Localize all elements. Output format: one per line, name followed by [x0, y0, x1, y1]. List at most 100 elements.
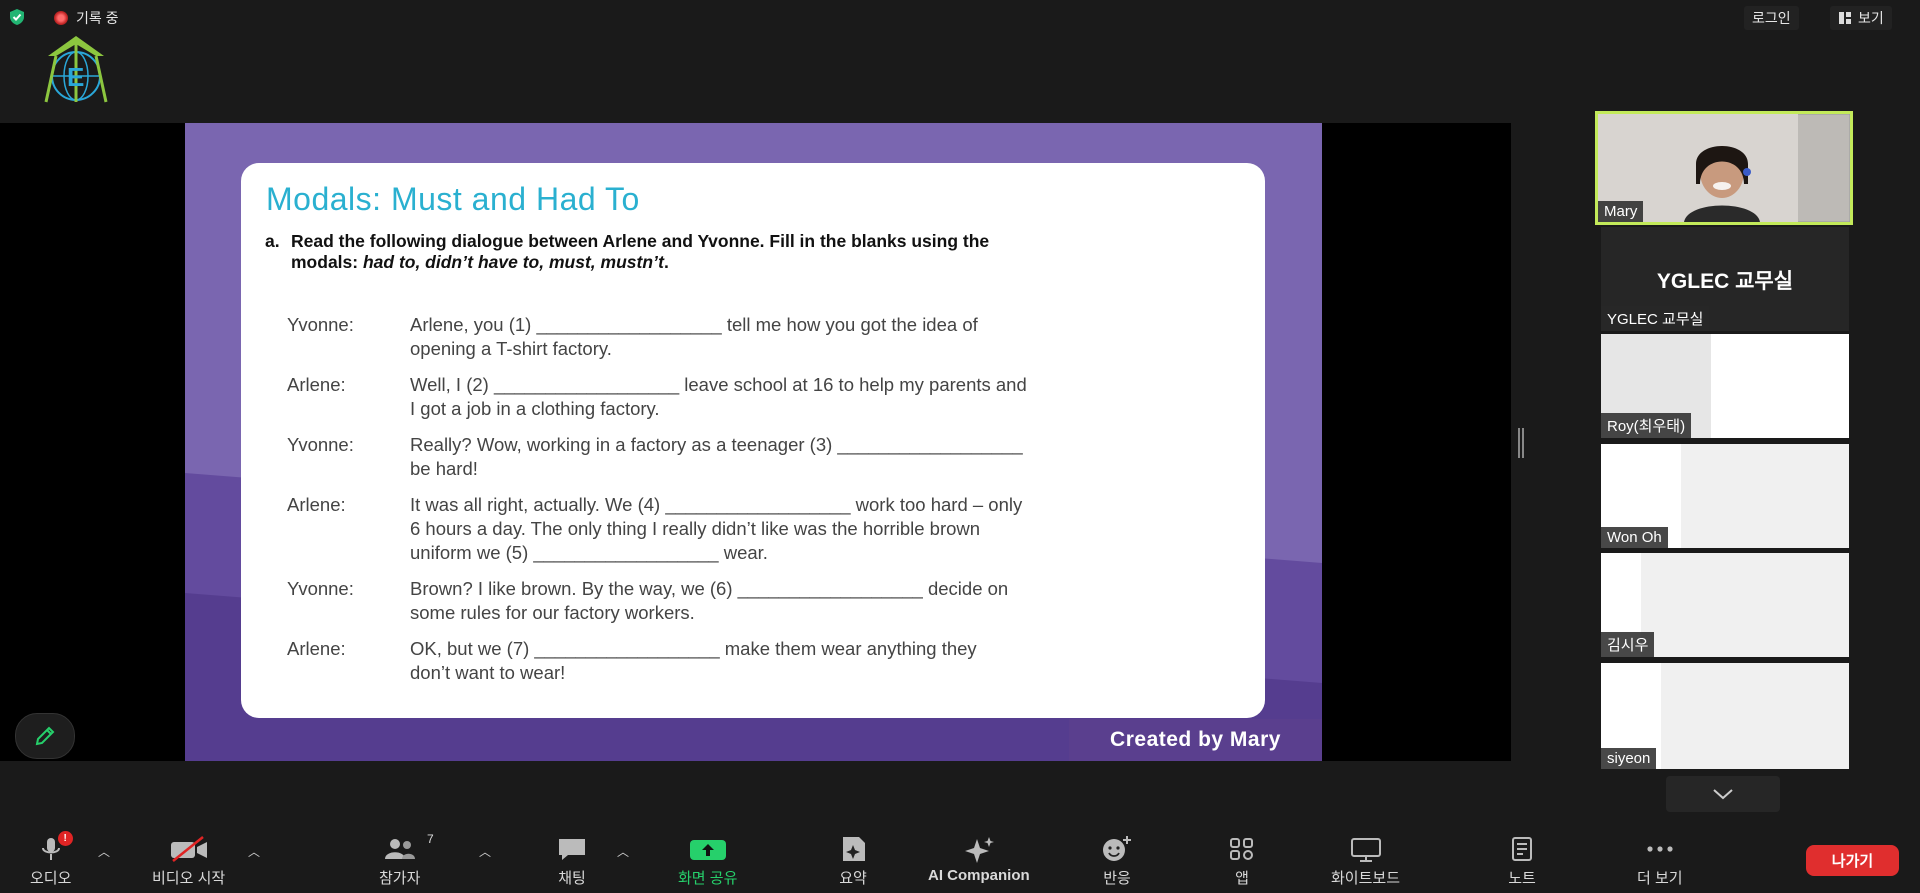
dialogue-row: Yvonne: Really? Wow, working in a factor… — [287, 433, 1237, 481]
slide-card: Modals: Must and Had To a. Read the follo… — [241, 163, 1265, 718]
participant-tile-siyeon[interactable]: siyeon — [1601, 663, 1849, 769]
apps-label: 앱 — [1235, 870, 1249, 887]
record-icon — [54, 11, 68, 25]
participant-name: 김시우 — [1601, 632, 1655, 657]
speaker: Arlene: — [287, 374, 346, 395]
chat-label: 채팅 — [558, 870, 586, 887]
instruction-modals: had to, didn’t have to, must, mustn’t — [362, 252, 665, 272]
video-off-icon — [170, 836, 207, 862]
login-label: 로그인 — [1752, 10, 1791, 26]
participant-display-name: YGLEC 교무실 — [1656, 270, 1794, 293]
dialogue-line: Really? Wow, working in a factory as a t… — [410, 434, 1023, 455]
dialogue-row: Arlene: It was all right, actually. We (… — [287, 493, 1237, 565]
participant-tile-roy[interactable]: Roy(최우태) — [1601, 334, 1849, 438]
dialogue-row: Yvonne: Brown? I like brown. By the way,… — [287, 577, 1237, 625]
participant-tile-yglec[interactable]: YGLEC 교무실 YGLEC 교무실 — [1601, 227, 1849, 331]
dialogue-row: Arlene: OK, but we (7) _________________… — [287, 637, 1237, 685]
share-screen-label: 화면 공유 — [678, 870, 738, 887]
panel-resize-handle[interactable] — [1518, 428, 1524, 458]
instruction-line-2-suffix: . — [664, 252, 669, 272]
chat-options-caret[interactable]: ︿ — [617, 843, 629, 860]
participants-button[interactable]: 7 참가자 — [379, 832, 434, 888]
whiteboard-icon — [1350, 838, 1381, 862]
instruction-line-1: Read the following dialogue between Arle… — [291, 231, 990, 251]
instruction-number: a. — [265, 231, 280, 251]
participant-count: 7 — [427, 832, 434, 846]
chevron-down-icon — [1713, 789, 1733, 800]
audio-button[interactable]: ! 오디오 — [30, 831, 73, 888]
participant-tile-kim-siwoo[interactable]: 김시우 — [1601, 553, 1849, 657]
participants-icon — [384, 839, 415, 859]
audio-label: 오디오 — [30, 870, 72, 887]
dialogue-line: don’t want to wear! — [410, 662, 566, 683]
notes-button[interactable]: 노트 — [1508, 835, 1536, 888]
dialogue-line: I got a job in a clothing factory. — [410, 398, 660, 419]
apps-icon — [1230, 838, 1253, 860]
dialogue-line: be hard! — [410, 458, 478, 479]
audio-options-caret[interactable]: ︿ — [98, 843, 110, 860]
dialogue-line: 6 hours a day. The only thing I really d… — [410, 518, 981, 539]
presentation-slide: Modals: Must and Had To a. Read the follo… — [185, 123, 1322, 761]
video-options-caret[interactable]: ︿ — [248, 843, 260, 860]
ai-companion-label: AI Companion — [928, 867, 1030, 884]
speaker: Yvonne: — [287, 578, 354, 599]
notes-icon — [1512, 837, 1532, 861]
shared-screen[interactable]: Modals: Must and Had To a. Read the follo… — [0, 123, 1511, 761]
instruction-line-2-prefix: modals: — [291, 252, 363, 272]
slide-credit: Created by Mary — [1069, 719, 1322, 761]
video-placeholder — [1661, 663, 1849, 769]
emoji-icon — [1103, 836, 1131, 861]
view-label: 보기 — [1858, 10, 1884, 26]
whiteboard-button[interactable]: 화이트보드 — [1331, 835, 1400, 888]
participant-name: Won Oh — [1601, 527, 1668, 548]
dialogue-row: Arlene: Well, I (2) __________________ l… — [287, 373, 1237, 421]
sparkle-icon — [964, 837, 994, 863]
recording-label: 기록 중 — [76, 10, 119, 26]
scroll-down-button[interactable] — [1666, 776, 1780, 812]
participant-name: YGLEC 교무실 — [1601, 306, 1710, 331]
dialogue-line: Arlene, you (1) __________________ tell … — [410, 314, 978, 335]
reactions-label: 반응 — [1103, 870, 1131, 887]
share-screen-button[interactable]: 화면 공유 — [678, 835, 737, 888]
summary-button[interactable]: 요약 — [838, 835, 868, 888]
dialogue-line: uniform we (5) __________________ wear. — [410, 542, 768, 563]
summary-label: 요약 — [839, 870, 867, 887]
login-button[interactable]: 로그인 — [1744, 6, 1799, 30]
dialogue-line: opening a T-shirt factory. — [410, 338, 612, 359]
speaker: Arlene: — [287, 494, 346, 515]
meeting-toolbar: ! 오디오 ︿ 비디오 시작 ︿ 7 참가자 ︿ 채팅 ︿ 화면 공유 요약 A… — [0, 817, 1920, 893]
participant-tile-mary[interactable]: Mary — [1595, 111, 1853, 225]
dialogue-row: Yvonne: Arlene, you (1) ________________… — [287, 313, 1237, 361]
leave-meeting-button[interactable]: 나가기 — [1806, 845, 1899, 876]
speaker: Arlene: — [287, 638, 346, 659]
view-button[interactable]: 보기 — [1830, 6, 1892, 30]
slide-instruction: a. Read the following dialogue between Ar… — [265, 231, 1225, 273]
pencil-icon — [35, 726, 55, 746]
video-placeholder — [1641, 553, 1849, 657]
speaker: Yvonne: — [287, 314, 354, 335]
video-placeholder — [1681, 444, 1849, 548]
chat-icon — [559, 839, 585, 860]
reactions-button[interactable]: 반응 — [1101, 835, 1133, 888]
share-screen-icon — [689, 840, 726, 860]
chat-button[interactable]: 채팅 — [556, 835, 588, 888]
annotate-button[interactable] — [15, 713, 75, 759]
shield-icon[interactable] — [8, 8, 26, 26]
dialogue-line: OK, but we (7) __________________ make t… — [410, 638, 977, 659]
grid-view-icon — [1839, 12, 1851, 24]
participant-tile-won-oh[interactable]: Won Oh — [1601, 444, 1849, 548]
start-video-button[interactable]: 비디오 시작 — [152, 835, 225, 888]
more-label: 더 보기 — [1637, 870, 1683, 887]
ai-companion-button[interactable]: AI Companion — [928, 835, 1030, 884]
summary-icon — [843, 837, 865, 861]
more-button[interactable]: 더 보기 — [1637, 835, 1683, 888]
dialogue-line: Well, I (2) __________________ leave sch… — [410, 374, 1027, 395]
dialogue-line: some rules for our factory workers. — [410, 602, 695, 623]
apps-button[interactable]: 앱 — [1227, 835, 1257, 888]
participants-options-caret[interactable]: ︿ — [479, 843, 491, 860]
recording-indicator[interactable]: 기록 중 — [54, 8, 119, 28]
participant-name: siyeon — [1601, 748, 1657, 769]
audio-alert-badge: ! — [57, 831, 73, 846]
whiteboard-label: 화이트보드 — [1331, 870, 1401, 887]
top-bar: 기록 중 로그인 보기 — [0, 0, 1920, 34]
